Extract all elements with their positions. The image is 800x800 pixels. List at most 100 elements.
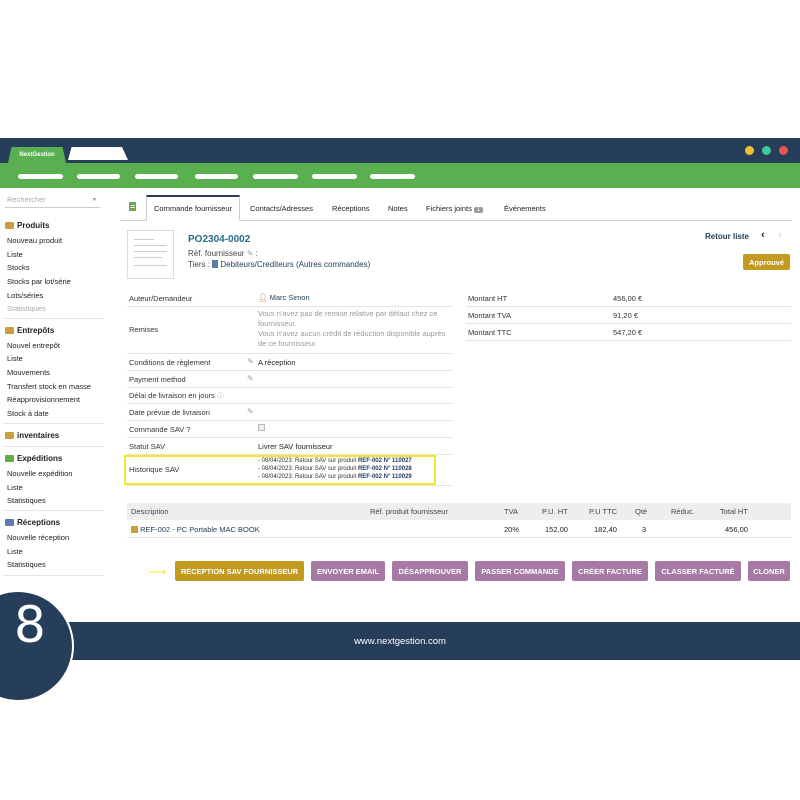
sidebar-section-receptions[interactable]: Réceptions xyxy=(5,518,60,527)
menu-placeholder-6[interactable] xyxy=(312,174,357,179)
product-link[interactable]: REF-002 - PC Portable MAC BOOK xyxy=(140,525,260,534)
menu-placeholder-4[interactable] xyxy=(195,174,238,179)
product-icon xyxy=(131,526,138,533)
pencil-icon[interactable]: ✎ xyxy=(247,357,254,366)
search-placeholder: Rechercher xyxy=(7,195,46,204)
column-header: Qté xyxy=(635,507,648,516)
ref-supplier-row: Réf. fournisseur ✎ : xyxy=(188,249,258,258)
sidebar-item[interactable]: Stock à date xyxy=(7,409,49,418)
pencil-icon[interactable]: ✎ xyxy=(247,407,254,416)
sidebar-item[interactable]: Nouvelle expédition xyxy=(7,469,72,478)
sidebar-item[interactable]: Nouveau produit xyxy=(7,236,62,245)
place-order-button[interactable]: PASSER COMMANDE xyxy=(475,561,565,581)
chevron-down-icon: ▼ xyxy=(92,197,97,203)
author-link[interactable]: Marc Simon xyxy=(270,293,310,302)
field-row-delivery-date: Date prévue de livraison ✎ xyxy=(127,404,453,421)
user-icon: 👤︎ xyxy=(258,293,268,302)
field-row-sav-status: Statut SAV Livrer SAV fournisseur xyxy=(127,438,453,455)
sav-order-checkbox[interactable] xyxy=(258,424,265,431)
field-row-discounts: Remises Vous n'avez pas de remise relati… xyxy=(127,307,453,354)
step-number: 8 xyxy=(14,596,46,654)
tab-evenements[interactable]: Événements xyxy=(504,195,546,221)
sidebar-item[interactable]: Liste xyxy=(7,354,23,363)
sidebar-section-inventaires[interactable]: inventaires xyxy=(5,431,59,440)
sidebar-divider xyxy=(3,575,104,576)
tab-contacts[interactable]: Contacts/Adresses xyxy=(250,195,313,221)
send-email-button[interactable]: ENVOYER EMAIL xyxy=(311,561,385,581)
sidebar-item[interactable]: Transfert stock en masse xyxy=(7,382,91,391)
next-record-icon[interactable]: › xyxy=(778,229,782,241)
field-row-delivery-delay: Délai de livraison en jours ⓘ xyxy=(127,388,453,404)
column-header: TVA xyxy=(504,507,519,516)
sidebar-item[interactable]: Nouvelle réception xyxy=(7,533,69,542)
sidebar-item[interactable]: Mouvements xyxy=(7,368,50,377)
sidebar-section-expeditions[interactable]: Expéditions xyxy=(5,454,62,463)
sidebar-item[interactable]: Liste xyxy=(7,250,23,259)
sidebar-item[interactable]: Lots/séries xyxy=(7,291,43,300)
box-icon xyxy=(5,222,14,229)
browser-tab-blank[interactable] xyxy=(68,147,128,160)
disapprove-button[interactable]: DÉSAPPROUVER xyxy=(392,561,468,581)
menu-placeholder-3[interactable] xyxy=(135,174,178,179)
clone-button[interactable]: CLONER xyxy=(748,561,790,581)
info-icon[interactable]: ⓘ xyxy=(217,393,224,400)
document-thumbnail[interactable] xyxy=(127,230,174,279)
table-row[interactable]: REF-002 - PC Portable MAC BOOK 20% 152,0… xyxy=(127,521,791,538)
sidebar-item[interactable]: Liste xyxy=(7,483,23,492)
pencil-icon[interactable]: ✎ xyxy=(247,374,254,383)
menu-placeholder-1[interactable] xyxy=(18,174,63,179)
sidebar-divider xyxy=(3,423,104,424)
menu-placeholder-7[interactable] xyxy=(370,174,415,179)
amount-row-tva: Montant TVA 91,20 € xyxy=(466,307,791,324)
sidebar-item[interactable]: Nouvel entrepôt xyxy=(7,341,60,350)
classify-billed-button[interactable]: CLASSER FACTURÉ xyxy=(655,561,741,581)
field-row-payment-method: Payment method ✎ xyxy=(127,371,453,388)
reception-sav-button[interactable]: RÉCEPTION SAV FOURNISSEUR xyxy=(175,561,304,581)
sidebar-item[interactable]: Stocks par lot/série xyxy=(7,277,71,286)
sidebar-item[interactable]: Statistiques xyxy=(7,304,46,313)
column-header: P.U. HT xyxy=(542,507,568,516)
create-invoice-button[interactable]: CRÉER FACTURE xyxy=(572,561,648,581)
tab-commande-fournisseur[interactable]: Commande fournisseur xyxy=(146,195,240,221)
sidebar-item[interactable]: Statistiques xyxy=(7,560,46,569)
window-dot-red[interactable] xyxy=(779,146,788,155)
tab-notes[interactable]: Notes xyxy=(388,195,408,221)
order-ref: PO2304-0002 xyxy=(188,234,251,245)
tab-receptions[interactable]: Réceptions xyxy=(332,195,370,221)
browser-tab-active[interactable]: NextGestion xyxy=(8,147,66,163)
sidebar-item[interactable]: Réapprovisionnement xyxy=(7,395,80,404)
sidebar-item[interactable]: Liste xyxy=(7,547,23,556)
tab-fichiers-joints[interactable]: Fichiers joints 1 xyxy=(426,195,484,221)
sidebar-divider xyxy=(3,318,104,319)
menu-placeholder-5[interactable] xyxy=(253,174,298,179)
sav-history-entry: - 08/04/2023: Retour SAV sur produit REF… xyxy=(258,474,412,480)
tiers-link[interactable]: Debiteurs/Crediteurs (Autres commandes) xyxy=(220,260,370,269)
browser-tab-title: NextGestion xyxy=(19,152,55,158)
menu-placeholder-2[interactable] xyxy=(77,174,120,179)
building-icon xyxy=(212,260,219,268)
sidebar-item[interactable]: Statistiques xyxy=(7,496,46,505)
pencil-icon[interactable]: ✎ xyxy=(247,249,254,258)
window-dot-yellow[interactable] xyxy=(745,146,754,155)
sav-history-entry: - 08/04/2023: Retour SAV sur produit REF… xyxy=(258,466,412,472)
tiers-row: Tiers : Debiteurs/Crediteurs (Autres com… xyxy=(188,260,371,269)
window-dot-green[interactable] xyxy=(762,146,771,155)
card-tabs: Commande fournisseur Contacts/Adresses R… xyxy=(120,195,792,221)
column-header: P.U TTC xyxy=(589,507,618,516)
dolly-icon xyxy=(5,519,14,526)
sidebar-section-entrepots[interactable]: Entrepôts xyxy=(5,326,54,335)
sidebar-search-select[interactable]: Rechercher ▼ xyxy=(5,195,100,208)
footer-url: www.nextgestion.com xyxy=(354,636,446,647)
amount-row-ht: Montant HT 456,00 € xyxy=(466,290,791,307)
sidebar-divider xyxy=(3,510,104,511)
sidebar-item[interactable]: Stocks xyxy=(7,263,30,272)
back-to-list-link[interactable]: Retour liste xyxy=(705,232,749,241)
sav-history-entry: - 08/04/2023: Retour SAV sur produit REF… xyxy=(258,458,412,464)
document-icon xyxy=(129,202,136,228)
sidebar-section-produits[interactable]: Produits xyxy=(5,221,49,230)
warehouse-icon xyxy=(5,327,14,334)
field-row-sav-order: Commande SAV ? xyxy=(127,421,453,438)
previous-record-icon[interactable]: ‹ xyxy=(761,229,765,241)
arrow-right-icon: ⟶ xyxy=(149,565,167,579)
status-badge: Approuvé xyxy=(743,254,790,270)
